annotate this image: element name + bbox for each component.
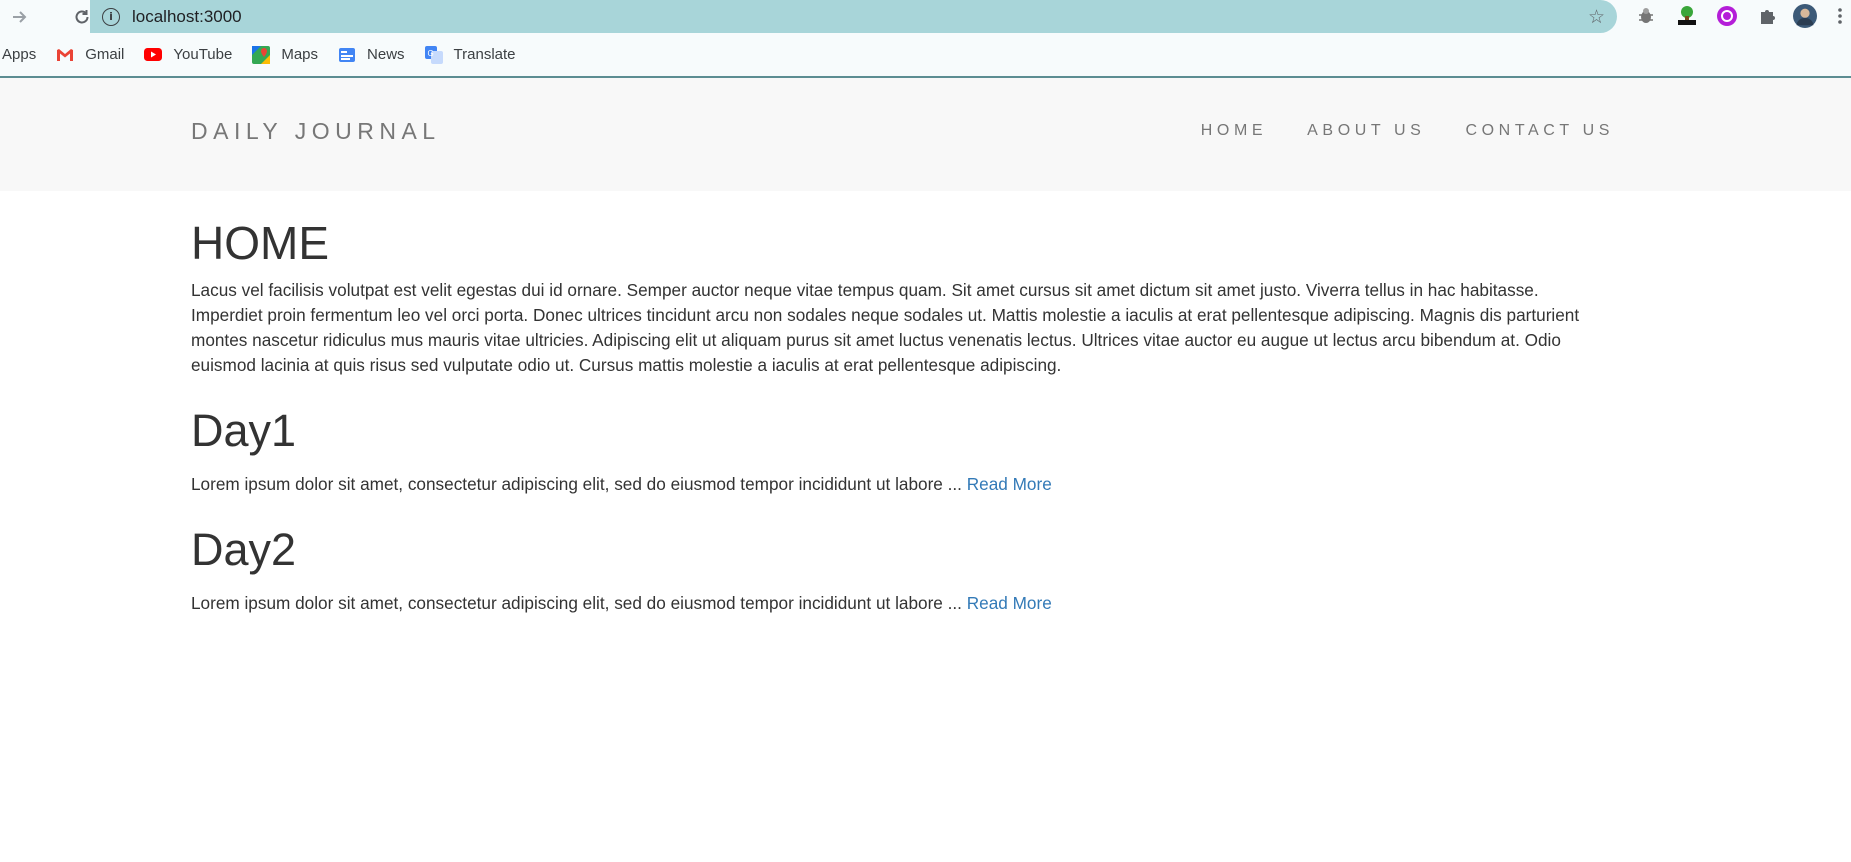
bookmark-star-icon[interactable]: ☆	[1588, 6, 1605, 28]
bookmark-news[interactable]: News	[338, 46, 405, 64]
maps-icon	[252, 45, 271, 64]
bookmark-label: News	[367, 46, 405, 63]
url-text[interactable]: localhost:3000	[132, 7, 242, 27]
bookmark-label: Apps	[2, 46, 37, 63]
post-excerpt: Lorem ipsum dolor sit amet, consectetur …	[191, 472, 1611, 497]
bug-extension-icon[interactable]	[1634, 4, 1658, 28]
bookmark-gmail[interactable]: Gmail	[56, 46, 124, 64]
site-info-icon[interactable]: i	[102, 7, 120, 26]
forward-arrow-icon	[13, 10, 27, 23]
html-tree-extension-icon[interactable]	[1675, 4, 1699, 28]
bookmark-apps[interactable]: Apps	[2, 46, 36, 63]
read-more-link[interactable]: Read More	[967, 474, 1052, 494]
nav-link-contact-us[interactable]: CONTACT US	[1465, 122, 1614, 140]
bookmarks-bar: Apps Gmail YouTube Maps News G Translate	[0, 33, 1851, 78]
post-excerpt-text: Lorem ipsum dolor sit amet, consectetur …	[191, 474, 962, 494]
nav-links: HOME ABOUT US CONTACT US	[1161, 122, 1614, 140]
bookmark-maps[interactable]: Maps	[252, 45, 319, 64]
browser-toolbar: i localhost:3000 ☆	[0, 0, 1851, 33]
profile-avatar[interactable]	[1793, 4, 1817, 28]
post-excerpt-text: Lorem ipsum dolor sit amet, consectetur …	[191, 593, 962, 613]
post-day1: Day1 Lorem ipsum dolor sit amet, consect…	[191, 408, 1611, 497]
browser-menu-icon[interactable]	[1834, 4, 1846, 28]
translate-icon: G	[424, 45, 443, 64]
reload-icon	[75, 9, 89, 23]
forward-button[interactable]	[0, 0, 40, 33]
main-content: HOME Lacus vel facilisis volutpat est ve…	[191, 206, 1611, 616]
post-excerpt: Lorem ipsum dolor sit amet, consectetur …	[191, 591, 1611, 616]
address-bar[interactable]: i localhost:3000 ☆	[90, 0, 1617, 33]
post-day2: Day2 Lorem ipsum dolor sit amet, consect…	[191, 527, 1611, 616]
nav-link-home[interactable]: HOME	[1201, 122, 1267, 140]
bookmark-translate[interactable]: G Translate	[424, 45, 516, 64]
read-more-link[interactable]: Read More	[967, 593, 1052, 613]
site-navbar: DAILY JOURNAL HOME ABOUT US CONTACT US	[0, 78, 1851, 191]
bookmark-label: YouTube	[173, 46, 233, 63]
post-title: Day1	[191, 405, 297, 456]
gmail-icon	[56, 46, 74, 64]
youtube-icon	[144, 46, 163, 64]
nav-link-about-us[interactable]: ABOUT US	[1307, 122, 1425, 140]
bookmark-label: Maps	[281, 46, 319, 63]
purple-extension-icon[interactable]	[1715, 4, 1739, 28]
bookmark-label: Translate	[453, 46, 516, 63]
extensions-puzzle-icon[interactable]	[1755, 4, 1779, 28]
svg-text:G: G	[427, 49, 433, 58]
news-icon	[338, 46, 356, 64]
site-brand[interactable]: DAILY JOURNAL	[191, 118, 441, 145]
intro-paragraph: Lacus vel facilisis volutpat est velit e…	[191, 280, 1580, 375]
post-title: Day2	[191, 524, 297, 575]
page-title: HOME	[191, 217, 329, 269]
bookmark-youtube[interactable]: YouTube	[144, 46, 232, 64]
bookmark-label: Gmail	[85, 46, 125, 63]
